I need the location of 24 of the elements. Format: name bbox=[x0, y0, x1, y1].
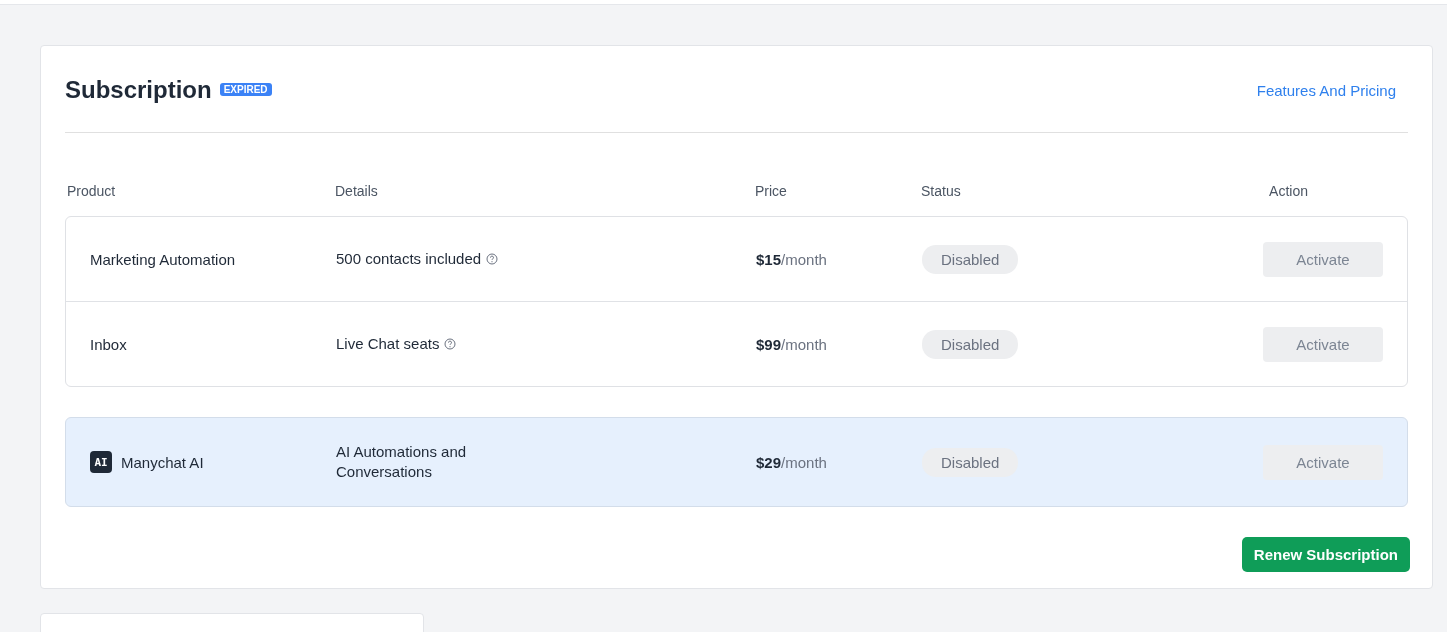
help-icon[interactable] bbox=[444, 338, 457, 350]
product-name: Inbox bbox=[90, 335, 127, 353]
price: $99/month bbox=[756, 335, 827, 353]
column-header: Action bbox=[1268, 183, 1309, 199]
page-title: Subscription bbox=[65, 76, 212, 104]
product-icon: AI bbox=[90, 451, 112, 473]
product-details: 500 contacts included bbox=[336, 249, 482, 269]
features-pricing-link[interactable]: Features And Pricing bbox=[1256, 81, 1396, 99]
renew-subscription-button[interactable]: Renew Subscription bbox=[1241, 537, 1410, 572]
price: $29/month bbox=[756, 453, 827, 471]
status-badge: EXPIRED bbox=[219, 82, 272, 96]
product-name: Manychat AI bbox=[121, 453, 204, 471]
column-header: Status bbox=[921, 183, 962, 199]
column-header: Price bbox=[755, 183, 788, 199]
product-name: Marketing Automation bbox=[90, 250, 236, 268]
column-header: Product bbox=[66, 183, 117, 199]
column-header: Details bbox=[335, 183, 379, 199]
price: $15/month bbox=[756, 250, 827, 268]
product-details: Live Chat seats bbox=[336, 334, 440, 354]
status-pill: Disabled bbox=[922, 447, 1019, 477]
product-details: AI Automations and Conversations bbox=[336, 442, 468, 482]
status-pill: Disabled bbox=[922, 329, 1019, 359]
status-pill: Disabled bbox=[922, 244, 1019, 274]
help-icon[interactable] bbox=[486, 253, 499, 265]
